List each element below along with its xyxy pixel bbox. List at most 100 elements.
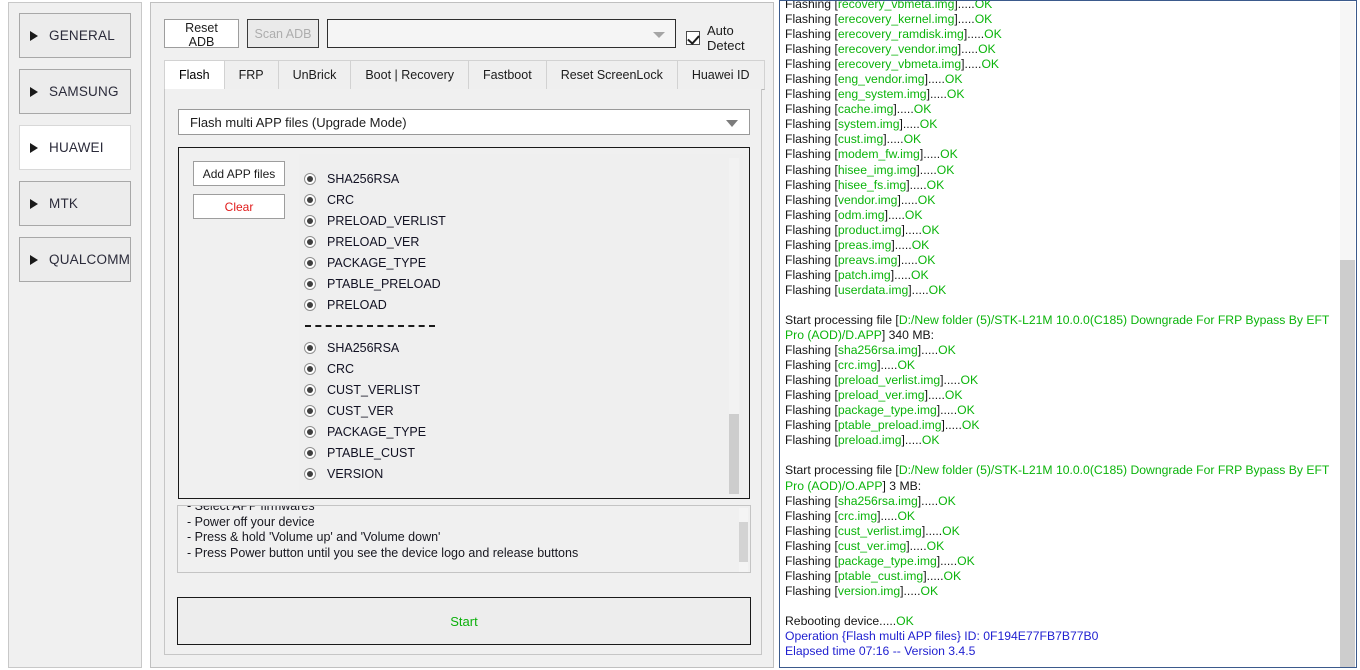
log-line: Flashing [eng_system.img].....OK xyxy=(785,87,1333,102)
log-segment: OK xyxy=(911,267,929,282)
instructions-scrollbar[interactable] xyxy=(739,508,748,572)
radio-icon[interactable] xyxy=(304,193,316,206)
list-item[interactable]: PTABLE_PRELOAD xyxy=(304,273,743,294)
log-segment: odm.img xyxy=(837,207,885,222)
flash-mode-value: Flash multi APP files (Upgrade Mode) xyxy=(190,114,407,130)
log-segment: OK xyxy=(942,523,960,538)
log-panel[interactable]: Flashing [recovery_vbmeta.img].....OK Fla… xyxy=(779,0,1357,668)
log-segment: ]..... xyxy=(961,57,982,72)
start-button[interactable]: Start xyxy=(177,597,751,645)
flash-mode-select[interactable]: Flash multi APP files (Upgrade Mode) xyxy=(178,109,750,135)
clear-button[interactable]: Clear xyxy=(193,194,285,219)
list-item[interactable]: PRELOAD xyxy=(304,294,743,315)
list-item[interactable]: CUST_VER xyxy=(304,400,743,421)
sidebar-item-huawei[interactable]: HUAWEI xyxy=(19,125,131,170)
reset-adb-button[interactable]: Reset ADB xyxy=(164,19,239,49)
radio-icon[interactable] xyxy=(304,172,316,185)
radio-icon[interactable] xyxy=(304,341,316,354)
list-item[interactable]: PTABLE_CUST xyxy=(304,442,743,463)
partition-list-scrollbar[interactable] xyxy=(729,158,739,494)
auto-detect-checkbox[interactable]: Auto Detect xyxy=(686,23,762,53)
log-segment: erecovery_ramdisk.img xyxy=(837,27,964,42)
radio-icon[interactable] xyxy=(304,446,316,459)
list-item-label: CUST_VER xyxy=(327,403,394,418)
chevron-right-icon xyxy=(30,30,38,41)
log-segment: preas.img xyxy=(837,237,892,252)
scrollbar-thumb[interactable] xyxy=(739,522,748,562)
log-segment: Flashing [ xyxy=(785,373,838,388)
log-segment: preload_verlist.img xyxy=(837,373,941,388)
log-segment: ]..... xyxy=(901,222,922,237)
list-item-label: SHA256RSA xyxy=(327,171,400,186)
log-segment: ]..... xyxy=(893,102,914,117)
list-item-label: CRC xyxy=(327,192,355,207)
list-item[interactable]: PRELOAD_VER xyxy=(304,231,743,252)
tab-unbrick[interactable]: UnBrick xyxy=(278,60,352,90)
log-segment: Flashing [ xyxy=(785,523,838,538)
radio-icon[interactable] xyxy=(304,404,316,417)
log-segment: ]..... xyxy=(897,192,918,207)
sidebar-item-general[interactable]: GENERAL xyxy=(19,13,131,58)
add-app-files-button[interactable]: Add APP files xyxy=(193,161,285,186)
radio-icon[interactable] xyxy=(304,383,316,396)
log-line: Flashing [patch.img].....OK xyxy=(785,268,1333,283)
radio-icon[interactable] xyxy=(304,467,316,480)
list-item[interactable]: CUST_VERLIST xyxy=(304,379,743,400)
log-segment: OK xyxy=(957,403,975,418)
radio-icon[interactable] xyxy=(304,362,316,375)
log-segment: Flashing [ xyxy=(785,102,838,117)
partition-list[interactable]: SHA256RSA CRC PRELOAD_VERLIST PRELOAD_VER PA… xyxy=(299,154,743,494)
scrollbar-thumb[interactable] xyxy=(729,414,739,494)
tab-boot-recovery[interactable]: Boot | Recovery xyxy=(351,60,470,90)
tab-fastboot[interactable]: Fastboot xyxy=(469,60,547,90)
log-segment: Flashing [ xyxy=(785,87,838,102)
list-item-label: PRELOAD_VERLIST xyxy=(327,213,446,228)
list-item[interactable]: VERSION xyxy=(304,463,743,484)
log-line: Elapsed time 07:16 -- Version 3.4.5 xyxy=(785,644,1333,659)
device-select[interactable] xyxy=(327,19,676,48)
radio-icon[interactable] xyxy=(304,298,316,311)
list-item[interactable]: SHA256RSA xyxy=(304,168,743,189)
list-item[interactable]: PACKAGE_TYPE xyxy=(304,252,743,273)
log-segment: Flashing [ xyxy=(785,162,838,177)
log-line: Flashing [erecovery_ramdisk.img].....OK xyxy=(785,27,1333,42)
tab-label: Huawei ID xyxy=(691,68,750,82)
scrollbar-thumb[interactable] xyxy=(1340,260,1355,667)
tab-flash[interactable]: Flash xyxy=(164,60,225,90)
log-output: Flashing [recovery_vbmeta.img].....OK Fla… xyxy=(785,1,1333,659)
log-segment: ]..... xyxy=(906,177,927,192)
radio-icon[interactable] xyxy=(304,277,316,290)
radio-icon[interactable] xyxy=(304,235,316,248)
log-segment: OK xyxy=(897,358,916,373)
log-segment: OK xyxy=(944,72,963,87)
sidebar-item-qualcomm[interactable]: QUALCOMM xyxy=(19,237,131,282)
radio-icon[interactable] xyxy=(304,425,316,438)
list-item[interactable]: PACKAGE_TYPE xyxy=(304,421,743,442)
log-scrollbar[interactable] xyxy=(1340,2,1355,667)
list-item[interactable]: SHA256RSA xyxy=(304,337,743,358)
tab-huawei-id[interactable]: Huawei ID xyxy=(677,60,765,90)
scan-adb-button[interactable]: Scan ADB xyxy=(247,19,319,48)
log-segment: Flashing [ xyxy=(785,57,838,72)
log-segment: Operation {Flash multi APP files} ID: 0F… xyxy=(785,628,1099,643)
log-segment: ]..... xyxy=(936,403,958,418)
log-segment: ]..... xyxy=(963,27,985,42)
list-separator xyxy=(304,315,743,337)
list-item[interactable]: CRC xyxy=(304,358,743,379)
log-segment: OK xyxy=(904,207,923,222)
log-segment: ]..... xyxy=(883,132,904,147)
sidebar-item-samsung[interactable]: SAMSUNG xyxy=(19,69,131,114)
sidebar-item-mtk[interactable]: MTK xyxy=(19,181,131,226)
list-item[interactable]: CRC xyxy=(304,189,743,210)
tab-reset-screenlock[interactable]: Reset ScreenLock xyxy=(546,60,678,90)
instructions-box[interactable]: - Select APP firmwares - Power off your d… xyxy=(177,505,751,573)
radio-icon[interactable] xyxy=(304,256,316,269)
log-segment: ptable_cust.img xyxy=(837,568,924,583)
log-segment: OK xyxy=(917,192,936,207)
list-item[interactable]: PRELOAD_VERLIST xyxy=(304,210,743,231)
log-line: Flashing [crc.img].....OK xyxy=(785,358,1333,373)
log-segment: Flashing [ xyxy=(785,237,838,252)
tab-frp[interactable]: FRP xyxy=(224,60,279,90)
log-segment: cust_ver.img xyxy=(837,538,907,553)
radio-icon[interactable] xyxy=(304,214,316,227)
